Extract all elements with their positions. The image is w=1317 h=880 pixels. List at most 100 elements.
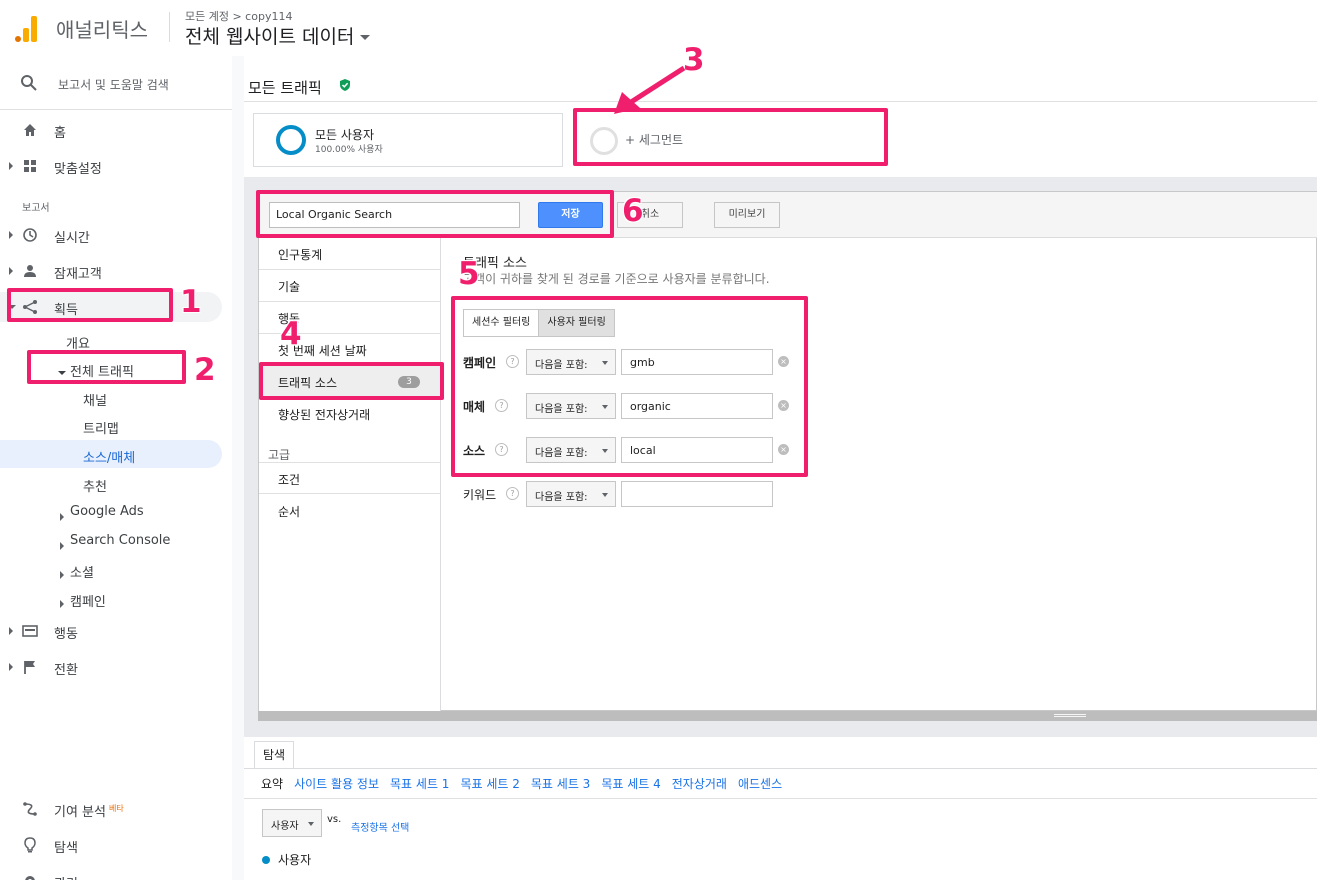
page-header: 모든 트래픽	[244, 56, 1317, 102]
lightbulb-icon	[24, 837, 36, 853]
sidebar-item-label: 행동	[54, 627, 78, 642]
attribution-label: 기여 분석	[54, 805, 106, 820]
segment-percentage: 100.00% 사용자	[315, 145, 383, 155]
sidebar-item-search-console[interactable]: Search Console	[60, 533, 171, 559]
subtab-goal-set-1[interactable]: 목표 세트 1	[390, 777, 449, 791]
behavior-icon	[22, 625, 38, 637]
filter-value-input[interactable]	[621, 481, 773, 507]
sidebar-item-social[interactable]: 소셜	[60, 562, 94, 588]
sidebar-item-customization[interactable]: 맞춤설정	[0, 151, 232, 181]
sidebar-item-conversions[interactable]: 전환	[0, 652, 232, 682]
segment-category-list: 인구통계 기술 행동 첫 번째 세션 날짜 트래픽 소스 3 향상된 전자상거래…	[259, 238, 441, 711]
chart-legend: 사용자	[262, 851, 311, 868]
sidebar: 보고서 및 도움말 검색 홈 맞춤설정 보고서 실시간 잠재고객 획득 개요 전…	[0, 56, 232, 880]
sidebar-item-referrals[interactable]: 추천	[83, 476, 107, 502]
sidebar-item-label: 실시간	[54, 231, 90, 246]
select-metric-link[interactable]: 측정항목 선택	[351, 819, 409, 834]
annotation-box-5	[451, 296, 808, 477]
tab-explorer[interactable]: 탐색	[254, 741, 294, 769]
sidebar-item-campaigns[interactable]: 캠페인	[60, 591, 106, 617]
sidebar-search[interactable]: 보고서 및 도움말 검색	[0, 56, 232, 110]
sidebar-item-behavior[interactable]: 행동	[0, 616, 232, 646]
filter-row-keyword: 키워드 ? 다음을 포함:	[463, 481, 803, 507]
category-label: 인구통계	[278, 248, 323, 262]
sidebar-item-audience[interactable]: 잠재고객	[0, 256, 232, 286]
annotation-number-6: 6	[622, 193, 644, 229]
advanced-section-label: 고급	[268, 448, 291, 462]
expand-arrow-icon	[60, 571, 64, 579]
sidebar-item-channels[interactable]: 채널	[83, 390, 107, 416]
subtab-goal-set-2[interactable]: 목표 세트 2	[460, 777, 519, 791]
header-divider	[169, 12, 170, 42]
verified-shield-icon	[340, 79, 350, 91]
sidebar-item-source-medium[interactable]: 소스/매체	[83, 447, 135, 473]
preview-button[interactable]: 미리보기	[714, 202, 780, 228]
legend-label: 사용자	[278, 853, 312, 867]
search-icon	[21, 75, 37, 91]
sidebar-item-attribution[interactable]: 기여 분석 베타	[0, 794, 232, 824]
category-label: 기술	[278, 280, 301, 294]
explorer-section: 탐색 요약 사이트 활용 정보 목표 세트 1 목표 세트 2 목표 세트 3 목표 세트…	[244, 737, 1317, 880]
view-selector[interactable]: 전체 웹사이트 데이터	[185, 22, 371, 49]
category-label: 향상된 전자상거래	[278, 408, 371, 422]
chevron-down-icon	[602, 493, 608, 497]
top-bar: 애널리틱스 모든 계정 > copy114 전체 웹사이트 데이터	[0, 0, 1317, 56]
brand-name: 애널리틱스	[56, 18, 148, 42]
category-technology[interactable]: 기술	[259, 270, 440, 302]
sidebar-item-label: 전환	[54, 663, 78, 678]
sidebar-item-admin[interactable]: 관리	[0, 866, 232, 880]
subtab-summary[interactable]: 요약	[261, 777, 283, 791]
metric-dropdown[interactable]: 사용자	[262, 809, 322, 837]
expand-arrow-icon	[60, 513, 64, 521]
person-icon	[24, 265, 36, 277]
tab-divider	[244, 768, 1317, 769]
subtab-goal-set-3[interactable]: 목표 세트 3	[531, 777, 590, 791]
filter-label: 키워드	[463, 488, 497, 502]
annotation-number-5: 5	[458, 256, 480, 292]
sidebar-item-realtime[interactable]: 실시간	[0, 220, 232, 250]
sidebar-item-google-ads[interactable]: Google Ads	[60, 504, 144, 530]
editor-resize-handle[interactable]	[258, 711, 1317, 721]
category-conditions[interactable]: 조건	[259, 462, 440, 494]
annotation-box-2	[27, 350, 186, 384]
sidebar-item-label: 관리	[54, 873, 78, 880]
subtab-site-usage[interactable]: 사이트 활용 정보	[294, 777, 379, 791]
legend-dot-icon	[262, 856, 270, 864]
sidebar-item-label: 기여 분석 베타	[54, 801, 124, 820]
operator-value: 다음을 포함:	[535, 492, 588, 503]
annotation-number-2: 2	[194, 352, 216, 388]
expand-arrow-icon	[9, 663, 13, 671]
category-demographics[interactable]: 인구통계	[259, 238, 440, 270]
sidebar-item-discover[interactable]: 탐색	[0, 830, 232, 860]
sidebar-item-label: Search Console	[70, 533, 171, 548]
sidebar-item-label: 홈	[54, 126, 66, 141]
category-enhanced-ecommerce[interactable]: 향상된 전자상거래	[259, 398, 440, 430]
annotation-number-1: 1	[180, 284, 202, 320]
operator-dropdown[interactable]: 다음을 포함:	[526, 481, 616, 507]
page-title: 모든 트래픽	[248, 79, 322, 97]
category-sequences[interactable]: 순서	[259, 495, 440, 527]
attribution-icon	[23, 802, 37, 816]
sidebar-item-label: 탐색	[54, 841, 78, 856]
sidebar-item-label: 잠재고객	[54, 267, 102, 282]
sidebar-item-home[interactable]: 홈	[0, 115, 232, 145]
category-label: 조건	[278, 473, 301, 487]
subtab-ecommerce[interactable]: 전자상거래	[672, 777, 727, 791]
chevron-down-icon	[308, 822, 314, 826]
subtab-goal-set-4[interactable]: 목표 세트 4	[601, 777, 660, 791]
flag-icon	[24, 661, 35, 674]
beta-badge: 베타	[108, 803, 124, 813]
segment-all-users[interactable]: 모든 사용자 100.00% 사용자	[253, 113, 563, 167]
clock-icon	[23, 228, 37, 242]
analytics-logo-icon[interactable]	[12, 14, 40, 42]
dashboard-icon	[24, 160, 36, 172]
subtab-adsense[interactable]: 애드센스	[738, 777, 782, 791]
sidebar-item-label: Google Ads	[70, 504, 144, 519]
help-icon[interactable]: ?	[506, 487, 519, 500]
subtab-divider	[244, 798, 1317, 799]
search-input[interactable]: 보고서 및 도움말 검색	[58, 76, 169, 93]
segment-ring-icon	[276, 125, 306, 155]
reports-section-label: 보고서	[22, 203, 50, 214]
gear-icon	[25, 876, 35, 880]
category-label: 순서	[278, 505, 301, 519]
